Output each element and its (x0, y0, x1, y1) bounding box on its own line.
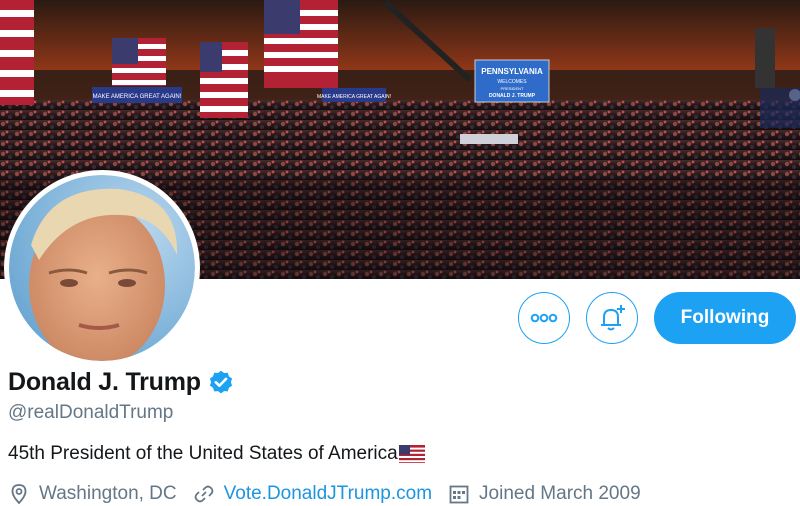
website-item: Vote.DonaldJTrump.com (193, 483, 432, 505)
banner-sign-2: MAKE AMERICA GREAT AGAIN! (317, 94, 391, 100)
profile-name-row: Donald J. Trump (8, 368, 235, 397)
banner-sign-1: MAKE AMERICA GREAT AGAIN! (93, 94, 182, 100)
profile-bio: 45th President of the United States of A… (8, 443, 425, 465)
us-flag-icon (398, 445, 425, 463)
profile-handle: @realDonaldTrump (8, 402, 174, 423)
banner-screen-line4: DONALD J. TRUMP (489, 93, 536, 99)
location-text: Washington, DC (39, 483, 177, 504)
profile-meta: Washington, DC Vote.DonaldJTrump.com Joi… (8, 483, 657, 505)
location-pin-icon (11, 484, 27, 505)
profile-name: Donald J. Trump (8, 368, 201, 396)
joined-text: Joined March 2009 (479, 483, 641, 504)
profile-avatar[interactable] (4, 170, 200, 366)
banner-screen-line2: WELCOMES (497, 79, 527, 85)
banner-screen-line3: PRESIDENT (501, 86, 524, 91)
notifications-button[interactable] (586, 292, 638, 344)
link-icon (194, 485, 214, 503)
location-item: Washington, DC (8, 483, 177, 505)
joined-item: Joined March 2009 (448, 483, 641, 505)
website-link[interactable]: Vote.DonaldJTrump.com (224, 483, 432, 505)
more-options-button[interactable] (518, 292, 570, 344)
banner-screen-line1: PENNSYLVANIA (481, 67, 543, 76)
calendar-icon (449, 485, 469, 504)
following-button[interactable]: Following (654, 292, 796, 344)
more-icon (530, 313, 558, 323)
bio-text: 45th President of the United States of A… (8, 443, 398, 464)
verified-badge-icon (209, 370, 232, 393)
bell-plus-icon (601, 305, 625, 331)
flag-left-edge (0, 0, 34, 105)
